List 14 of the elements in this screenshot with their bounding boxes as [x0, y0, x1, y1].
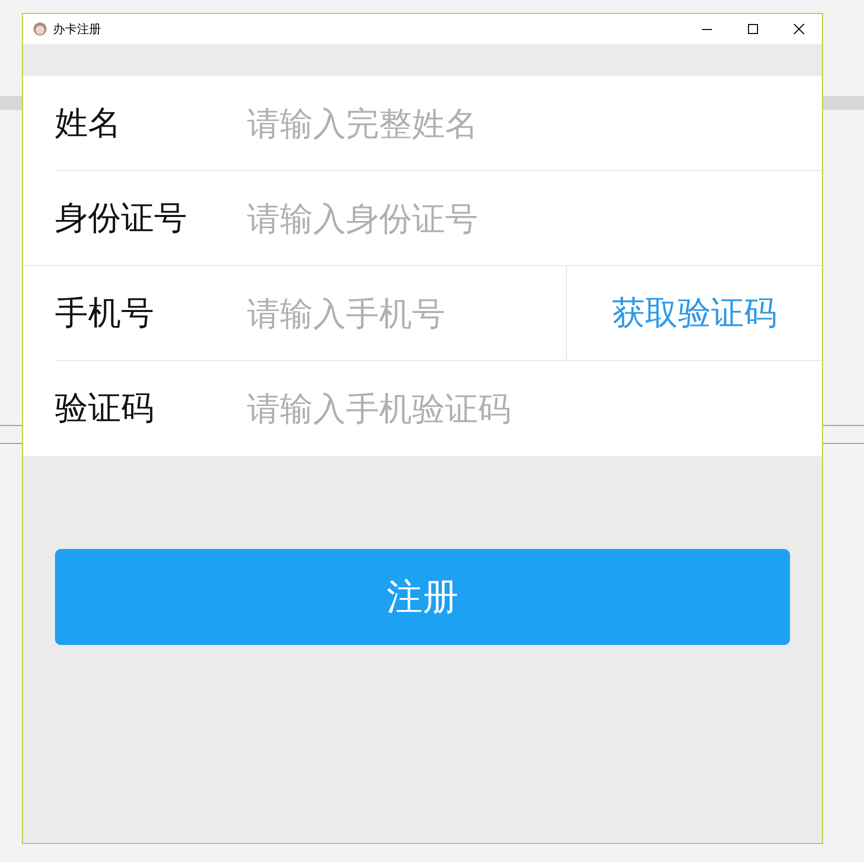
field-label: 姓名	[55, 102, 122, 144]
close-icon	[793, 23, 805, 35]
window-title: 办卡注册	[53, 20, 101, 38]
register-button[interactable]: 注册	[55, 549, 790, 645]
get-code-button[interactable]: 获取验证码	[566, 266, 822, 360]
input-field[interactable]: 请输入身份证号	[247, 188, 822, 248]
input-field[interactable]: 请输入手机号	[247, 283, 566, 343]
input-field[interactable]: 请输入手机验证码	[247, 378, 822, 438]
field-label: 手机号	[55, 292, 155, 334]
maximize-icon	[747, 23, 759, 35]
field-label: 身份证号	[55, 196, 188, 238]
avatar-icon	[33, 22, 47, 36]
input-field[interactable]: 请输入完整姓名	[247, 93, 822, 153]
field-label: 验证码	[55, 387, 155, 429]
